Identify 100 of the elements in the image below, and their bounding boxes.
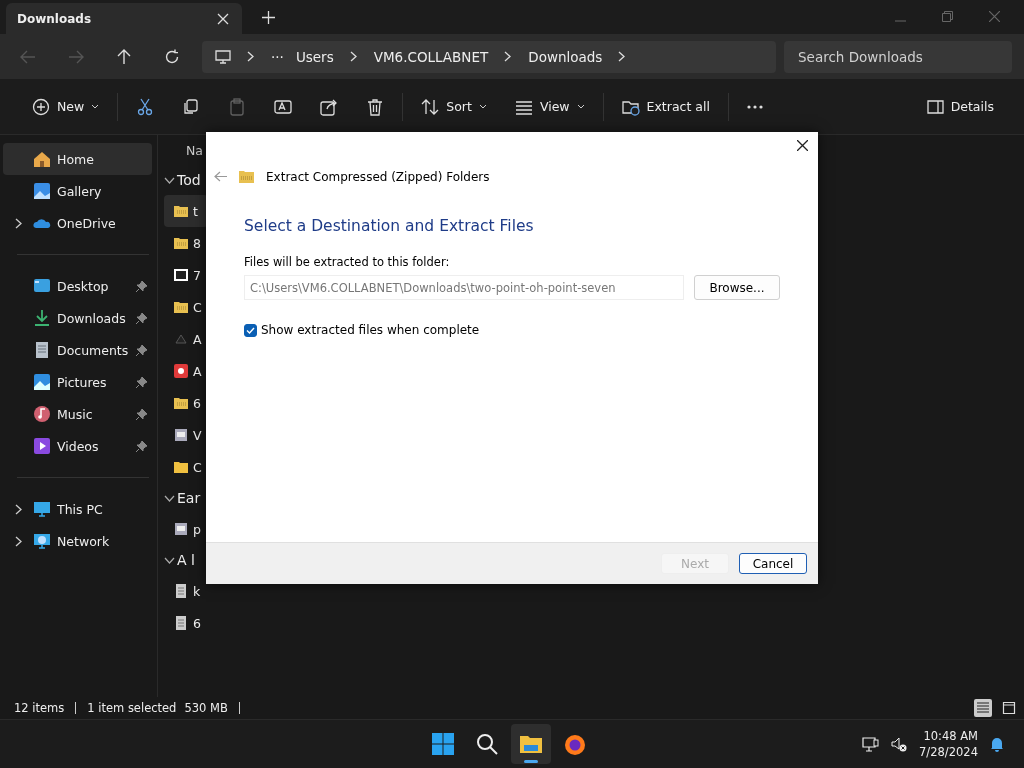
zip-folder-icon xyxy=(173,203,189,219)
desktop-icon xyxy=(33,277,51,295)
destination-field[interactable]: C:\Users\VM6.COLLABNET\Downloads\two-point-oh-point-seven xyxy=(244,275,684,300)
chevron-icon[interactable] xyxy=(504,51,512,62)
zip-folder-icon xyxy=(238,169,255,184)
breadcrumb[interactable]: Downloads xyxy=(528,48,603,65)
tiles-view-button[interactable] xyxy=(1000,699,1018,717)
windows-logo-icon xyxy=(431,732,455,756)
download-icon xyxy=(33,309,51,327)
pictures-icon xyxy=(33,373,51,391)
scissors-icon xyxy=(136,97,155,116)
group-header[interactable]: Ear xyxy=(164,483,208,513)
file-row[interactable]: 8 xyxy=(164,227,208,259)
file-name: 8 xyxy=(193,235,201,251)
copy-icon xyxy=(182,97,201,116)
chevron-icon[interactable] xyxy=(14,217,22,229)
up-arrow-icon[interactable] xyxy=(116,48,132,65)
collapse-chevron-icon[interactable] xyxy=(164,494,175,502)
chevron-icon[interactable] xyxy=(14,503,22,515)
home-icon xyxy=(33,150,51,168)
extract-button[interactable]: Extract all xyxy=(607,91,724,122)
browse-button[interactable]: Browse... xyxy=(694,275,780,300)
file-row[interactable]: t xyxy=(164,195,208,227)
group-header[interactable]: Tod xyxy=(164,165,208,195)
file-row[interactable]: C xyxy=(164,451,208,483)
sidebar-item[interactable]: Documents xyxy=(3,334,152,366)
clipboard-icon xyxy=(228,97,247,116)
gallery-icon xyxy=(33,182,51,200)
collapse-chevron-icon[interactable] xyxy=(164,176,175,184)
document-icon xyxy=(33,341,51,359)
column-header[interactable]: Na xyxy=(186,137,208,165)
file-explorer-button[interactable] xyxy=(511,724,551,764)
installer-icon xyxy=(173,521,189,537)
browser-icon xyxy=(563,732,587,756)
checkbox[interactable] xyxy=(244,323,257,337)
app-icon xyxy=(173,363,189,379)
network-icon[interactable] xyxy=(862,736,880,752)
collapse-chevron-icon[interactable] xyxy=(164,556,175,564)
file-name: C xyxy=(193,299,202,315)
restore-icon[interactable] xyxy=(942,11,953,22)
installer-icon xyxy=(173,427,189,443)
file-row[interactable]: V xyxy=(164,419,208,451)
file-row[interactable]: k xyxy=(164,575,208,607)
file-row[interactable]: 6 xyxy=(164,387,208,419)
bell-icon[interactable] xyxy=(990,736,1004,752)
sidebar-item[interactable]: Network xyxy=(3,525,152,557)
file-row[interactable]: 6 xyxy=(164,607,208,639)
muted-speaker-icon[interactable] xyxy=(891,736,908,752)
file-row[interactable]: C xyxy=(164,291,208,323)
chevron-icon[interactable] xyxy=(14,535,22,547)
address-bar[interactable]: ··· Users VM6.COLLABNET Downloads xyxy=(202,40,776,73)
share-icon xyxy=(320,97,339,116)
sidebar-item[interactable]: Pictures xyxy=(3,366,152,398)
caret-icon xyxy=(576,104,585,109)
selection-info: 1 item selected xyxy=(87,701,177,715)
file-name: t xyxy=(193,203,198,219)
refresh-icon[interactable] xyxy=(164,48,180,65)
selection-size: 530 MB xyxy=(184,701,228,715)
sidebar-item[interactable]: Home xyxy=(3,143,152,175)
sidebar-item[interactable]: Downloads xyxy=(3,302,152,334)
more-crumbs[interactable]: ··· xyxy=(271,48,284,65)
file-row[interactable]: p xyxy=(164,513,208,545)
new-button[interactable]: New xyxy=(18,91,114,122)
sidebar-item[interactable]: This PC xyxy=(3,493,152,525)
zip-folder-icon xyxy=(173,235,189,251)
file-name: C xyxy=(193,459,202,475)
chevron-icon[interactable] xyxy=(618,51,626,62)
file-row[interactable]: A xyxy=(164,323,208,355)
file-row[interactable]: A xyxy=(164,355,208,387)
breadcrumb[interactable]: VM6.COLLABNET xyxy=(373,48,489,65)
new-tab-icon[interactable] xyxy=(262,11,275,24)
back-arrow-icon[interactable] xyxy=(214,171,227,182)
details-button[interactable]: Details xyxy=(912,93,1008,120)
file-name: A xyxy=(193,363,202,379)
view-button[interactable]: View xyxy=(500,91,599,122)
sidebar-item[interactable]: Desktop xyxy=(3,270,152,302)
sidebar-item[interactable]: OneDrive xyxy=(3,207,152,239)
archive-icon xyxy=(173,267,189,283)
details-view-button[interactable] xyxy=(974,699,992,717)
group-header[interactable]: A l xyxy=(164,545,208,575)
sidebar-item[interactable]: Gallery xyxy=(3,175,152,207)
file-row[interactable]: 7 xyxy=(164,259,208,291)
chevron-icon[interactable] xyxy=(247,51,254,62)
cancel-button[interactable]: Cancel xyxy=(739,553,807,574)
rename-icon xyxy=(274,97,293,116)
document-icon xyxy=(173,615,189,631)
chevron-icon[interactable] xyxy=(349,51,357,62)
breadcrumb[interactable]: Users xyxy=(295,48,334,65)
zip-folder-icon xyxy=(173,299,189,315)
close-icon[interactable] xyxy=(797,140,808,151)
window-tab[interactable]: Downloads xyxy=(6,3,242,34)
dialog-heading: Select a Destination and Extract Files xyxy=(244,217,535,235)
dialog-title: Extract Compressed (Zipped) Folders xyxy=(266,169,490,184)
search-field[interactable]: Search Downloads xyxy=(784,40,1012,73)
sidebar-item[interactable]: Videos xyxy=(3,430,152,462)
file-name: 7 xyxy=(193,267,201,283)
caret-icon xyxy=(91,104,100,109)
sidebar-item[interactable]: Music xyxy=(3,398,152,430)
sort-button[interactable]: Sort xyxy=(407,91,501,122)
clock[interactable]: 10:48 AM 7/28/2024 xyxy=(919,728,978,760)
